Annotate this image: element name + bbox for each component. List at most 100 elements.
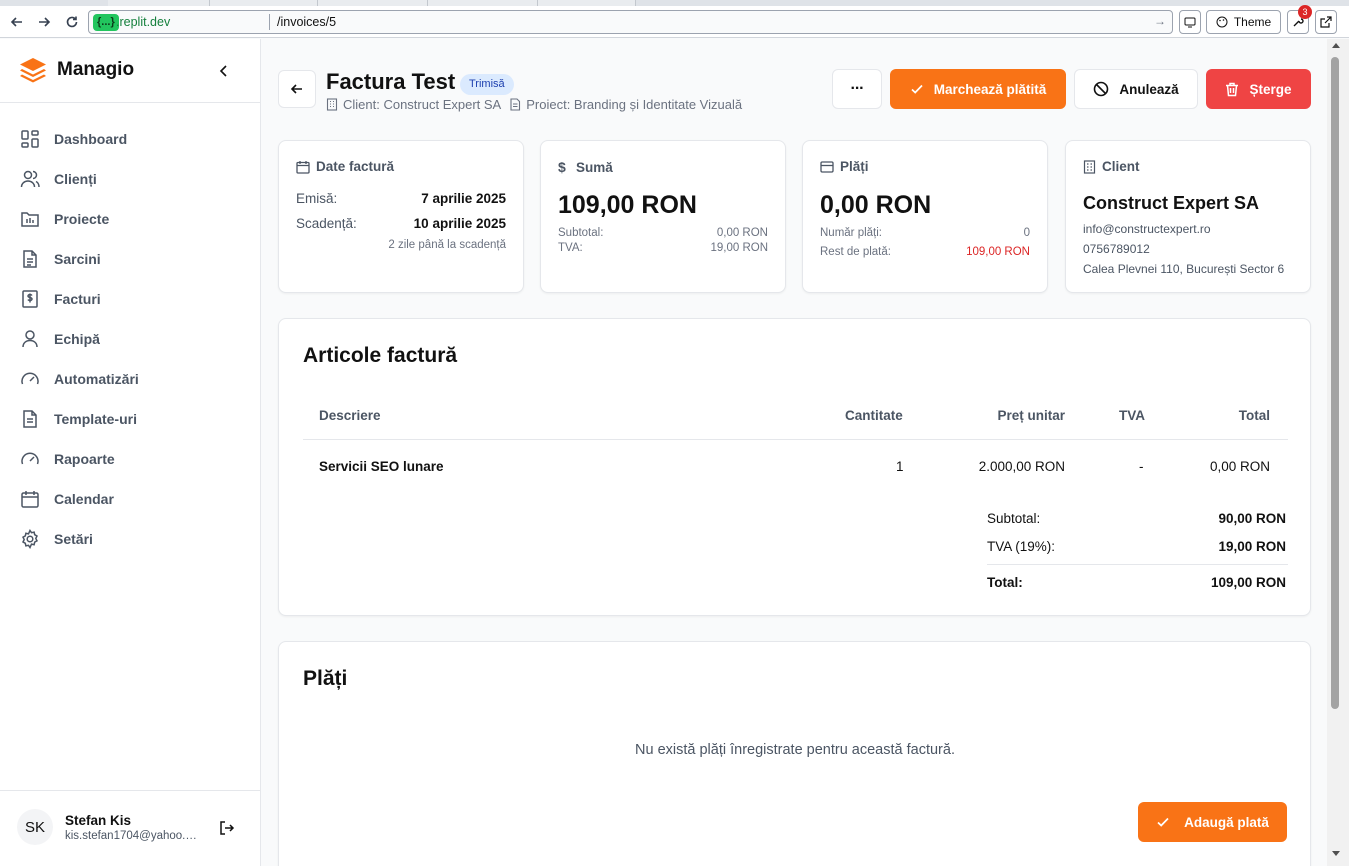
amount-card: $ Sumă 109,00 RON Subtotal: 0,00 RON TVA…	[540, 140, 786, 293]
card-title: Plăți	[840, 159, 869, 174]
gear-icon	[22, 529, 38, 549]
summary-subtotal-label: Subtotal:	[987, 511, 1041, 526]
template-icon	[23, 410, 37, 428]
calendar-icon	[21, 491, 39, 508]
browser-toolbar: {...} .replit.dev /invoices/5 → Theme 3	[0, 5, 1349, 38]
reload-icon[interactable]	[60, 10, 84, 34]
sidebar-item-automations[interactable]: Automatizări	[20, 359, 250, 399]
sidebar-item-dashboard[interactable]: Dashboard	[20, 119, 250, 159]
cancel-invoice-button[interactable]: Anulează	[1074, 69, 1198, 109]
item-total: 0,00 RON	[1209, 459, 1270, 474]
sidebar-item-calendar[interactable]: Calendar	[20, 479, 250, 519]
item-vat: -	[1139, 459, 1144, 474]
mark-paid-button[interactable]: Marchează plătită	[890, 69, 1066, 109]
check-icon	[911, 84, 923, 94]
summary-total-value: 109,00 RON	[1210, 575, 1286, 590]
invoice-icon	[22, 290, 38, 308]
users-icon	[20, 170, 40, 188]
card-title: Sumă	[576, 159, 613, 175]
delete-invoice-button[interactable]: Șterge	[1206, 69, 1311, 109]
back-button[interactable]	[278, 70, 316, 108]
sidebar-item-invoices[interactable]: Facturi	[20, 279, 250, 319]
divider	[0, 102, 260, 103]
due-note: 2 zile până la scadență	[388, 239, 506, 251]
forward-nav-icon[interactable]	[32, 10, 56, 34]
client-name[interactable]: Construct Expert SA	[1083, 193, 1259, 214]
address-bar[interactable]: {...} .replit.dev /invoices/5 →	[88, 10, 1173, 34]
sidebar-item-reports[interactable]: Rapoarte	[20, 439, 250, 479]
client-card: Client Construct Expert SA info@construc…	[1065, 140, 1311, 293]
sidebar-item-clients[interactable]: Clienți	[20, 159, 250, 199]
client-email: info@constructexpert.ro	[1083, 222, 1211, 236]
summary-divider	[987, 564, 1288, 565]
more-actions-button[interactable]: ···	[832, 69, 882, 109]
sidebar-item-label: Automatizări	[54, 371, 139, 387]
client-phone: 0756789012	[1083, 242, 1150, 256]
card-header: Client	[1083, 159, 1140, 174]
folder-icon	[21, 212, 39, 227]
sidebar-item-templates[interactable]: Template-uri	[20, 399, 250, 439]
issued-label: Emisă:	[296, 191, 338, 206]
dashboard-icon	[21, 130, 39, 148]
sidebar-item-team[interactable]: Echipă	[20, 319, 250, 359]
brand-name: Managio	[57, 59, 135, 80]
back-nav-icon[interactable]	[5, 10, 29, 34]
collapse-sidebar-icon[interactable]	[214, 61, 234, 81]
theme-label: Theme	[1233, 15, 1272, 29]
open-external-icon[interactable]	[1315, 10, 1337, 34]
payment-count-row: Număr plăți: 0	[820, 227, 1030, 239]
sidebar-item-tasks[interactable]: Sarcini	[20, 239, 250, 279]
page-title: Factura Test	[326, 69, 456, 94]
scroll-down-icon[interactable]	[1332, 851, 1340, 856]
sidebar-item-settings[interactable]: Setări	[20, 519, 250, 559]
invoice-subline: Client: Construct Expert SA Proiect: Bra…	[326, 97, 742, 112]
add-payment-button[interactable]: Adaugă plată	[1138, 802, 1287, 842]
user-name: Stefan Kis	[65, 812, 132, 828]
sidebar: Managio Dashboard Clienți Proiecte Sarci…	[0, 39, 261, 866]
tools-button[interactable]: 3	[1287, 5, 1312, 34]
user-profile[interactable]: SK Stefan Kis kis.stefan1704@yahoo.com	[17, 809, 199, 845]
building-icon	[326, 98, 338, 111]
avatar: SK	[17, 809, 53, 845]
table-divider	[303, 439, 1288, 440]
payment-count-value: 0	[1023, 227, 1030, 239]
page-scrollbar[interactable]	[1327, 39, 1349, 866]
check-icon	[1157, 817, 1169, 827]
more-icon: ···	[850, 80, 865, 97]
brand[interactable]: Managio	[19, 57, 134, 83]
scrollbar-thumb[interactable]	[1331, 57, 1339, 709]
gauge-icon	[21, 372, 39, 385]
item-description: Servicii SEO lunare	[319, 459, 444, 474]
issued-row: Emisă: 7 aprilie 2025	[296, 191, 506, 206]
trash-icon	[1226, 82, 1239, 96]
report-icon	[21, 452, 39, 465]
theme-button[interactable]: Theme	[1206, 10, 1281, 34]
user-icon	[22, 330, 38, 348]
summary-total-label: Total:	[987, 575, 1023, 590]
sidebar-item-label: Dashboard	[54, 131, 128, 147]
arrow-left-icon	[290, 84, 302, 94]
invoice-items-card: Articole factură Descriere Cantitate Pre…	[278, 318, 1311, 616]
due-row: Scadență: 10 aprilie 2025	[296, 216, 506, 231]
cancel-label: Anulează	[1119, 81, 1179, 97]
url-separator	[269, 14, 270, 30]
go-arrow-icon[interactable]: →	[1154, 14, 1166, 28]
device-icon[interactable]	[1179, 10, 1201, 34]
vat-label: TVA:	[558, 242, 583, 254]
sidebar-item-label: Facturi	[54, 291, 101, 307]
scroll-up-icon[interactable]	[1332, 43, 1340, 48]
sidebar-item-projects[interactable]: Proiecte	[20, 199, 250, 239]
column-header-unit-price: Preț unitar	[997, 408, 1065, 423]
sidebar-item-label: Calendar	[54, 491, 114, 507]
item-quantity: 1	[896, 459, 904, 474]
logout-icon[interactable]	[217, 818, 237, 838]
section-title: Plăți	[303, 667, 348, 690]
main-content: Factura Test Trimisă Client: Construct E…	[261, 39, 1327, 866]
card-title: Date factură	[316, 159, 395, 174]
url-badge: {...}	[93, 14, 119, 31]
vat-row: TVA: 19,00 RON	[558, 242, 768, 254]
section-title: Articole factură	[303, 344, 458, 367]
url-domain: .replit.dev	[116, 15, 171, 29]
empty-state-text: Nu există plăți înregistrate pentru acea…	[635, 742, 955, 758]
issued-value: 7 aprilie 2025	[421, 191, 506, 206]
